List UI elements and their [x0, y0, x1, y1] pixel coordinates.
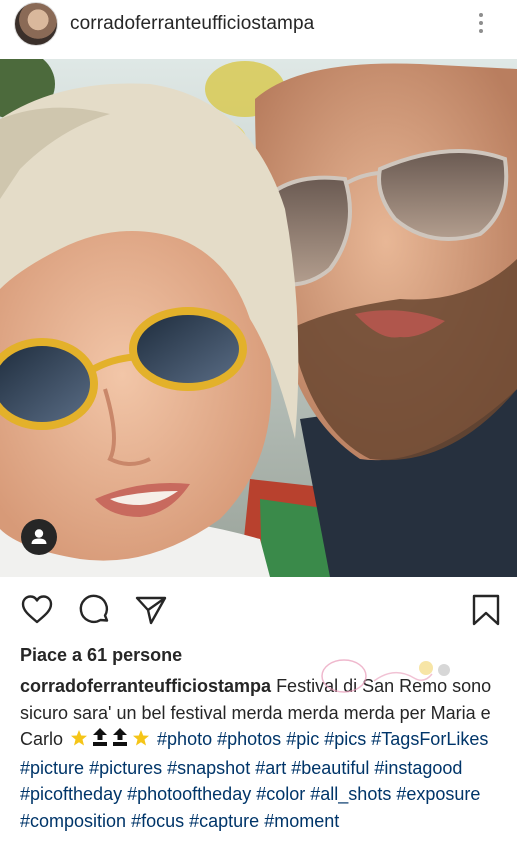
hashtag-link[interactable]: #capture: [189, 811, 259, 831]
hashtag-link[interactable]: #beautiful: [291, 758, 369, 778]
hashtag-link[interactable]: #all_shots: [310, 784, 391, 804]
caption-username[interactable]: corradoferranteufficiostampa: [20, 676, 271, 696]
hashtag-link[interactable]: #color: [256, 784, 305, 804]
heart-icon[interactable]: [20, 593, 54, 627]
star-emoji-icon: [132, 728, 150, 755]
more-vertical-icon[interactable]: [473, 10, 489, 40]
hashtag-link[interactable]: #exposure: [396, 784, 480, 804]
hashtag-link[interactable]: #photos: [217, 729, 281, 749]
bookmark-icon[interactable]: [469, 593, 503, 627]
comment-icon[interactable]: [78, 593, 112, 627]
caption-hashtags: #photo #photos #pic #pics #TagsForLikes …: [20, 729, 488, 831]
hashtag-link[interactable]: #photooftheday: [127, 784, 251, 804]
hashtag-link[interactable]: #TagsForLikes: [371, 729, 488, 749]
star-emoji-icon: [70, 728, 88, 755]
post-header: corradoferranteufficiostampa: [0, 0, 517, 50]
likes-count[interactable]: Piace a 61 persone: [20, 645, 182, 666]
watermark-logo: [314, 656, 464, 698]
hashtag-link[interactable]: #pic: [286, 729, 319, 749]
hashtag-link[interactable]: #focus: [131, 811, 184, 831]
hashtag-link[interactable]: #snapshot: [167, 758, 250, 778]
top-arrow-emoji-icon: [112, 727, 128, 755]
hashtag-link[interactable]: #moment: [264, 811, 339, 831]
user-tag-icon[interactable]: [21, 519, 57, 555]
post-photo[interactable]: [0, 59, 517, 577]
hashtag-link[interactable]: #picoftheday: [20, 784, 122, 804]
hashtag-link[interactable]: #instagood: [374, 758, 462, 778]
top-arrow-emoji-icon: [92, 727, 108, 755]
hashtag-link[interactable]: #pics: [324, 729, 366, 749]
hashtag-link[interactable]: #picture: [20, 758, 84, 778]
hashtag-link[interactable]: #photo: [157, 729, 212, 749]
post-username[interactable]: corradoferranteufficiostampa: [70, 13, 314, 35]
hashtag-link[interactable]: #art: [255, 758, 286, 778]
paper-plane-icon[interactable]: [134, 593, 168, 627]
profile-avatar[interactable]: [14, 2, 58, 46]
hashtag-link[interactable]: #composition: [20, 811, 126, 831]
hashtag-link[interactable]: #pictures: [89, 758, 162, 778]
